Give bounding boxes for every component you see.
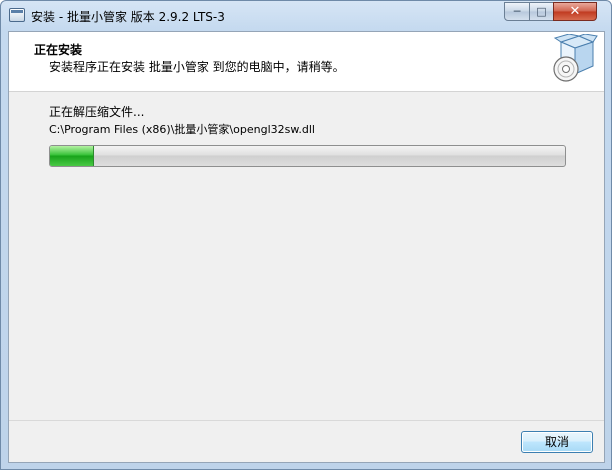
cancel-button[interactable]: 取消 — [521, 431, 593, 453]
minimize-button[interactable]: ─ — [504, 2, 530, 21]
footer-divider — [9, 420, 604, 421]
install-progress-bar — [49, 145, 566, 167]
maximize-icon: □ — [536, 5, 547, 18]
title-bar[interactable]: 安装 - 批量小管家 版本 2.9.2 LTS-3 ─ □ ✕ — [1, 1, 611, 31]
current-file-path: C:\Program Files (x86)\批量小管家\opengl32sw.… — [49, 123, 315, 136]
app-window-icon — [9, 8, 25, 22]
status-label: 正在解压缩文件... — [49, 105, 145, 119]
close-icon: ✕ — [569, 4, 581, 19]
wizard-header: 正在安装 安装程序正在安装 批量小管家 到您的电脑中，请稍等。 — [9, 32, 604, 92]
minimize-icon: ─ — [513, 5, 521, 18]
close-button[interactable]: ✕ — [553, 2, 597, 21]
dialog-body: 正在安装 安装程序正在安装 批量小管家 到您的电脑中，请稍等。 正在解压缩文件.… — [8, 31, 605, 463]
installer-window: 安装 - 批量小管家 版本 2.9.2 LTS-3 ─ □ ✕ 正在安装 安装程… — [0, 0, 612, 470]
page-subtitle: 安装程序正在安装 批量小管家 到您的电脑中，请稍等。 — [49, 60, 345, 74]
window-title: 安装 - 批量小管家 版本 2.9.2 LTS-3 — [31, 10, 225, 24]
maximize-button[interactable]: □ — [529, 2, 554, 21]
progress-fill — [50, 146, 94, 166]
page-title: 正在安装 — [34, 43, 83, 57]
install-box-disc-icon — [553, 34, 598, 82]
